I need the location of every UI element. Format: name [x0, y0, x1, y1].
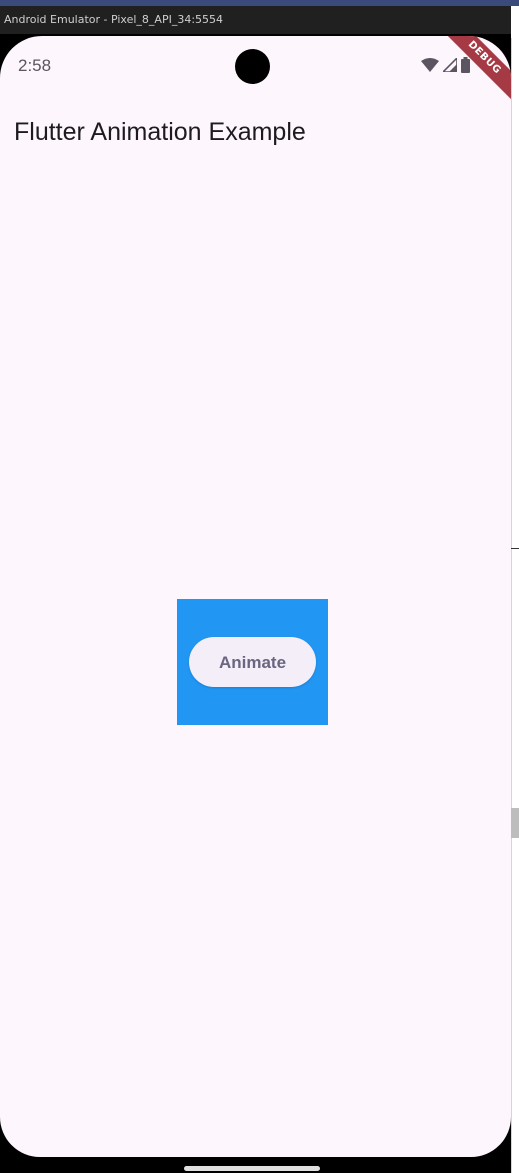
page-title: Flutter Animation Example: [14, 118, 306, 146]
wifi-icon: [421, 58, 439, 72]
status-bar: 2:58: [0, 36, 511, 100]
emulator-title-bar[interactable]: Android Emulator - Pixel_8_API_34:5554: [0, 6, 511, 34]
emulator-title: Android Emulator - Pixel_8_API_34:5554: [4, 13, 224, 26]
battery-icon: [461, 57, 470, 73]
status-icons: [421, 57, 470, 73]
cell-signal-icon: [443, 58, 457, 72]
camera-cutout: [235, 49, 270, 84]
background-window-edge: [511, 38, 519, 1173]
background-window-block: [511, 808, 519, 838]
animated-box: Animate: [177, 599, 328, 725]
device-screen: 2:58 DEBUG Flutter Animation Example Ani…: [0, 36, 511, 1157]
gesture-navigation-handle[interactable]: [184, 1166, 320, 1171]
background-window-divider: [511, 548, 519, 549]
emulator-window: Android Emulator - Pixel_8_API_34:5554 2…: [0, 6, 511, 1173]
animate-button[interactable]: Animate: [189, 637, 316, 687]
status-time: 2:58: [18, 56, 52, 75]
